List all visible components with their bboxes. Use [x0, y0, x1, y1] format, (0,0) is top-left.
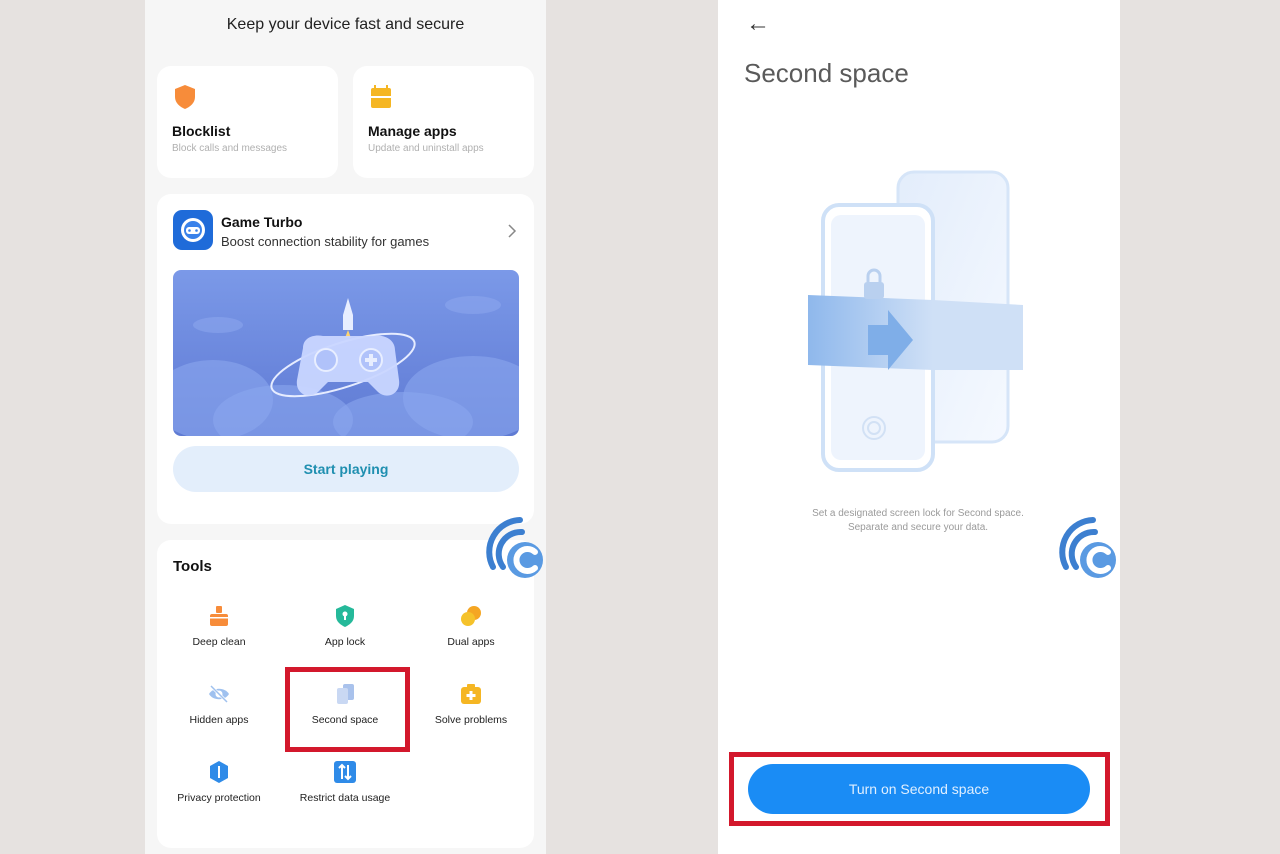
tool-app-lock[interactable]: App lock	[285, 604, 405, 648]
tool-solve-problems[interactable]: Solve problems	[411, 682, 531, 726]
dual-circles-icon	[461, 606, 481, 626]
tool-dual-apps[interactable]: Dual apps	[411, 604, 531, 648]
tool-label: Deep clean	[192, 636, 246, 648]
tool-label: Solve problems	[434, 714, 508, 726]
tools-title: Tools	[173, 558, 212, 575]
tool-restrict-data-usage[interactable]: Restrict data usage	[285, 760, 405, 804]
chevron-right-icon	[508, 224, 517, 238]
shield-icon	[175, 85, 195, 109]
gamepad-illustration	[173, 296, 519, 436]
page-title: Second space	[744, 58, 909, 88]
eye-slash-icon	[209, 684, 229, 704]
data-arrows-icon	[334, 761, 356, 783]
second-space-highlight	[285, 667, 410, 752]
description-line-2: Separate and secure your data.	[847, 522, 989, 533]
second-space-description: Set a designated screen lock for Second …	[778, 507, 1058, 535]
blocklist-card[interactable]: Blocklist Block calls and messages	[157, 66, 338, 178]
gamepad-app-icon	[173, 210, 213, 250]
blocklist-subtitle: Block calls and messages	[172, 143, 288, 154]
tool-deep-clean[interactable]: Deep clean	[159, 604, 279, 648]
game-turbo-title: Game Turbo	[221, 214, 303, 230]
back-arrow-icon[interactable]: ←	[746, 10, 770, 38]
manage-apps-subtitle: Update and uninstall apps	[368, 143, 484, 154]
game-turbo-banner	[173, 270, 519, 436]
tool-label: App lock	[324, 636, 366, 648]
watermark-logo	[1059, 517, 1116, 578]
manage-apps-title: Manage apps	[368, 123, 457, 139]
left-phone-screen: Keep your device fast and secure Blockli…	[145, 0, 546, 854]
game-turbo-card: Game Turbo Boost connection stability fo…	[157, 194, 534, 524]
game-turbo-row[interactable]: Game Turbo Boost connection stability fo…	[157, 194, 534, 264]
game-turbo-subtitle: Boost connection stability for games	[221, 234, 430, 249]
tool-label: Restrict data usage	[299, 792, 391, 804]
turn-on-highlight	[729, 752, 1110, 826]
tool-label: Hidden apps	[189, 714, 249, 726]
tool-privacy-protection[interactable]: Privacy protection	[159, 760, 279, 804]
right-phone-screen: ← Second space Set a designated screen l…	[718, 0, 1120, 854]
shield-lock-icon	[336, 605, 354, 627]
tool-label: Dual apps	[447, 636, 495, 648]
manage-apps-card[interactable]: Manage apps Update and uninstall apps	[353, 66, 534, 178]
start-playing-button[interactable]: Start playing	[173, 446, 519, 492]
description-line-1: Set a designated screen lock for Second …	[812, 508, 1024, 519]
page-header: Keep your device fast and secure	[226, 16, 465, 33]
tool-hidden-apps[interactable]: Hidden apps	[159, 682, 279, 726]
blocklist-title: Blocklist	[172, 123, 231, 139]
second-space-illustration	[808, 170, 1023, 472]
watermark-logo	[486, 517, 543, 578]
broom-icon	[210, 606, 228, 626]
tool-label: Privacy protection	[177, 792, 261, 804]
first-aid-icon	[461, 684, 481, 704]
android-icon	[371, 85, 391, 108]
privacy-shield-icon	[210, 761, 228, 783]
